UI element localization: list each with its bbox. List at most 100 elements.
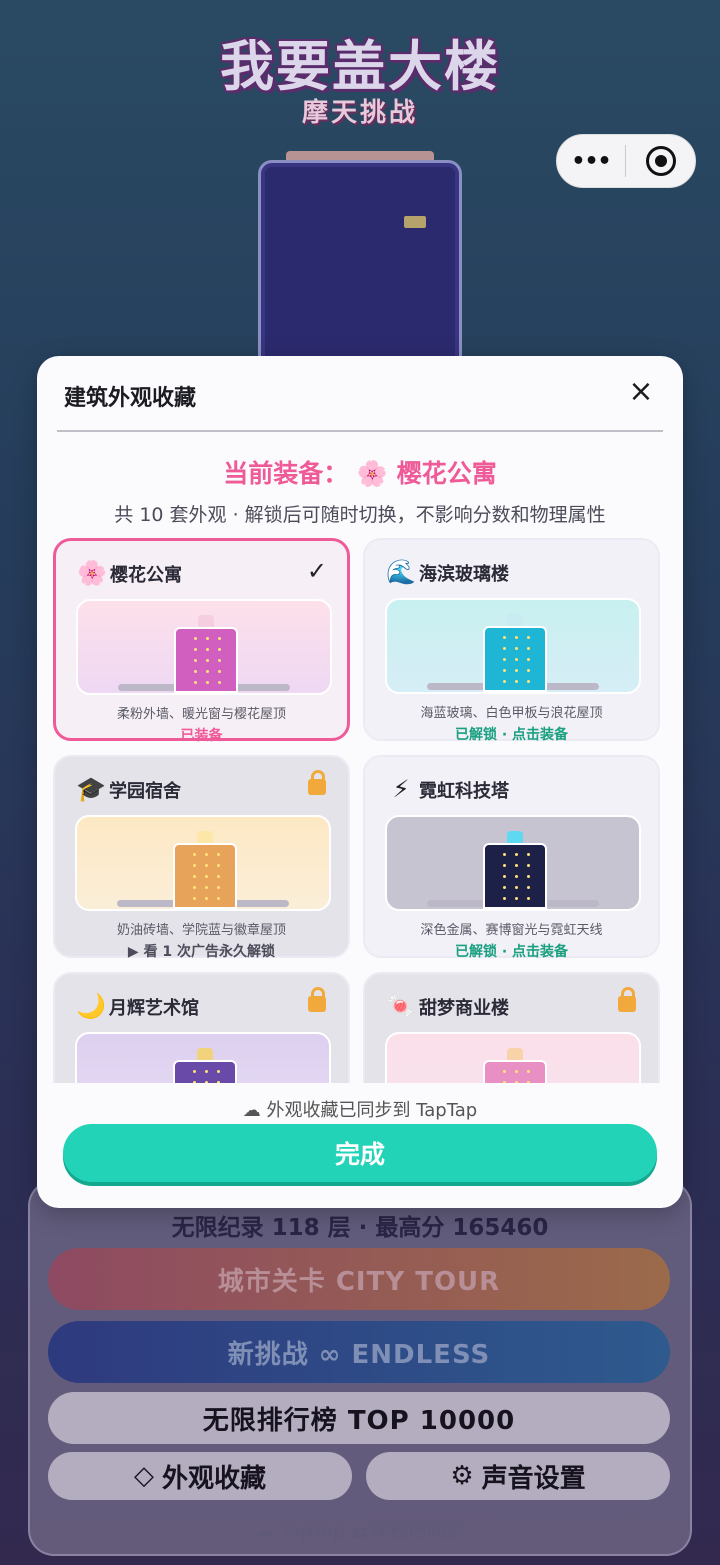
skin-description: 奶油砖墙、学院蓝与徽章屋顶 bbox=[116, 923, 286, 938]
watch-ad-unlock-button[interactable]: ▶ 看 1 次广告永久解锁 bbox=[55, 941, 348, 961]
preview-window bbox=[205, 1070, 208, 1073]
moon-icon: 🌙 bbox=[76, 992, 106, 1020]
preview-window bbox=[503, 647, 506, 650]
preview-window bbox=[218, 681, 221, 684]
preview-window bbox=[515, 886, 518, 889]
skins-button[interactable]: ◇ 外观收藏 bbox=[48, 1452, 352, 1500]
lock-icon bbox=[618, 987, 636, 1012]
close-icon[interactable]: × bbox=[627, 377, 655, 407]
preview-window bbox=[205, 1081, 208, 1083]
preview-window bbox=[217, 1070, 220, 1073]
preview-roof bbox=[507, 614, 523, 626]
sound-settings-button[interactable]: ⚙ 声音设置 bbox=[366, 1452, 670, 1500]
game-subtitle: 摩天挑战 bbox=[301, 98, 418, 128]
preview-window bbox=[205, 897, 208, 900]
skin-name: 樱花公寓 bbox=[110, 565, 182, 586]
skin-card[interactable]: 🎓 学园宿舍 奶油砖墙、学院蓝与徽章屋顶 ▶ 看 1 次广告永久解锁 bbox=[53, 755, 350, 961]
preview-window bbox=[515, 897, 518, 900]
current-equipped: 当前装备： 🌸 樱花公寓 bbox=[37, 454, 683, 490]
preview-window bbox=[193, 1070, 196, 1073]
skin-collection-modal: 建筑外观收藏 × 当前装备： 🌸 樱花公寓 共 10 套外观 · 解锁后可随时切… bbox=[37, 356, 683, 1208]
cloud-icon: ☁ bbox=[255, 1520, 275, 1542]
preview-window bbox=[217, 875, 220, 878]
preview-window bbox=[217, 886, 220, 889]
preview-window bbox=[515, 875, 518, 878]
preview-window bbox=[193, 853, 196, 856]
skin-name: 甜梦商业楼 bbox=[419, 998, 509, 1019]
preview-window bbox=[503, 1070, 506, 1073]
cloud-icon: ☁ bbox=[242, 1100, 261, 1121]
preview-tower bbox=[173, 843, 237, 909]
more-dots-icon[interactable]: ••• bbox=[557, 149, 625, 174]
check-icon: ✓ bbox=[306, 557, 327, 585]
preview-window bbox=[194, 637, 197, 640]
preview-window bbox=[206, 637, 209, 640]
preview-window bbox=[527, 647, 530, 650]
preview-window bbox=[527, 853, 530, 856]
skin-status[interactable]: 已解锁 · 点击装备 bbox=[365, 724, 658, 744]
preview-tower bbox=[483, 626, 547, 692]
skin-card[interactable]: 🌸 樱花公寓 ✓ 柔粉外墙、暖光窗与樱花屋顶 已装备 bbox=[53, 538, 350, 744]
preview-window bbox=[194, 670, 197, 673]
sound-settings-label: 声音设置 bbox=[481, 1463, 586, 1494]
endless-button[interactable]: 新挑战 ∞ ENDLESS bbox=[48, 1321, 670, 1383]
skin-name: 霓虹科技塔 bbox=[419, 781, 509, 802]
preview-window bbox=[527, 1081, 530, 1083]
skin-card[interactable]: 🌙 月辉艺术馆 bbox=[53, 972, 350, 1083]
preview-window bbox=[205, 853, 208, 856]
preview-window bbox=[503, 875, 506, 878]
skin-card[interactable]: 🌊 海滨玻璃楼 海蓝玻璃、白色甲板与浪花屋顶 已解锁 · 点击装备 bbox=[363, 538, 660, 744]
preview-window bbox=[515, 1081, 518, 1083]
preview-window bbox=[206, 681, 209, 684]
record-text: 无限纪录 118 层 · 最高分 165460 bbox=[171, 1215, 549, 1241]
preview-window bbox=[193, 886, 196, 889]
city-tour-button[interactable]: 城市关卡 CITY TOUR bbox=[48, 1248, 670, 1310]
preview-tower bbox=[483, 1060, 547, 1083]
skin-preview bbox=[385, 1032, 641, 1083]
skin-grid[interactable]: 🌸 樱花公寓 ✓ 柔粉外墙、暖光窗与樱花屋顶 已装备 🌊 海滨玻璃楼 海蓝玻璃、白色甲板与浪花… bbox=[51, 538, 671, 1083]
preview-roof bbox=[507, 831, 523, 843]
preview-window bbox=[515, 864, 518, 867]
preview-window bbox=[503, 897, 506, 900]
preview-roof bbox=[507, 1048, 523, 1060]
preview-window bbox=[206, 648, 209, 651]
preview-window bbox=[205, 875, 208, 878]
preview-roof bbox=[197, 831, 213, 843]
preview-window bbox=[515, 853, 518, 856]
building-preview bbox=[258, 160, 462, 370]
preview-window bbox=[218, 670, 221, 673]
skin-description: 柔粉外墙、暖光窗与樱花屋顶 bbox=[116, 707, 286, 722]
modal-sync-text: 外观收藏已同步到 TapTap bbox=[266, 1100, 478, 1121]
lock-icon bbox=[308, 987, 326, 1012]
cloud-sync-status: ☁ TapTap 云存档已同步 bbox=[0, 1516, 720, 1543]
target-icon[interactable] bbox=[646, 146, 676, 176]
preview-window bbox=[527, 875, 530, 878]
skin-card[interactable]: 🍬 甜梦商业楼 bbox=[363, 972, 660, 1083]
skin-card[interactable]: ⚡ 霓虹科技塔 深色金属、赛博窗光与霓虹天线 已解锁 · 点击装备 bbox=[363, 755, 660, 961]
preview-window bbox=[218, 659, 221, 662]
leaderboard-button[interactable]: 无限排行榜 TOP 10000 bbox=[48, 1392, 670, 1444]
preview-window bbox=[515, 1070, 518, 1073]
modal-sync-status: ☁ 外观收藏已同步到 TapTap bbox=[37, 1096, 683, 1122]
preview-window bbox=[206, 659, 209, 662]
preview-window bbox=[205, 864, 208, 867]
preview-tower bbox=[483, 843, 547, 909]
skin-name: 月辉艺术馆 bbox=[109, 998, 199, 1019]
preview-window bbox=[527, 636, 530, 639]
preview-window bbox=[515, 647, 518, 650]
current-prefix: 当前装备： bbox=[223, 459, 349, 488]
preview-tower bbox=[173, 1060, 237, 1083]
done-button[interactable]: 完成 bbox=[63, 1124, 657, 1182]
skin-preview bbox=[76, 599, 332, 695]
skin-name: 海滨玻璃楼 bbox=[419, 564, 509, 585]
preview-window bbox=[217, 864, 220, 867]
preview-window bbox=[194, 659, 197, 662]
preview-window bbox=[527, 669, 530, 672]
preview-window bbox=[503, 636, 506, 639]
preview-window bbox=[503, 864, 506, 867]
skin-preview bbox=[385, 815, 641, 911]
skin-status[interactable]: 已解锁 · 点击装备 bbox=[365, 941, 658, 961]
preview-window bbox=[515, 636, 518, 639]
lock-icon bbox=[308, 770, 326, 795]
current-skin-name: 樱花公寓 bbox=[396, 459, 497, 488]
